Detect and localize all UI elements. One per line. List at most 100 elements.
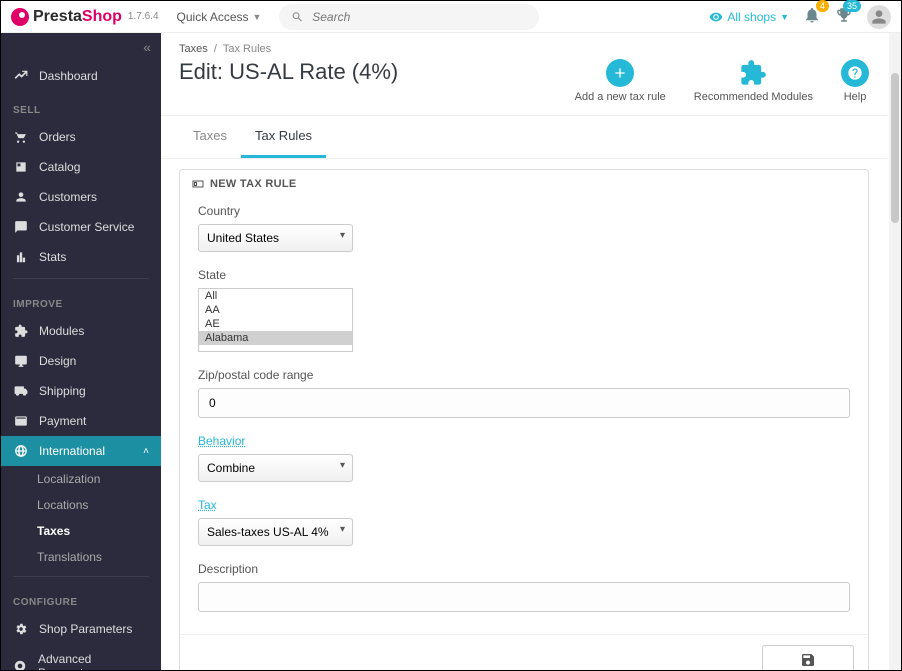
shop-context-label: All shops <box>727 10 776 24</box>
sidebar-item-label: International <box>39 444 105 458</box>
person-icon <box>871 9 887 25</box>
sidebar-item-payment[interactable]: Payment <box>1 406 161 436</box>
sidebar-item-design[interactable]: Design <box>1 346 161 376</box>
plus-icon <box>612 65 628 81</box>
sidebar-item-label: Stats <box>39 250 66 264</box>
field-behavior: Behavior Combine <box>198 434 850 482</box>
question-icon <box>847 65 863 81</box>
content-area: Taxes / Tax Rules Edit: US-AL Rate (4%) … <box>161 33 901 670</box>
debug-button[interactable]: 35 <box>835 6 853 27</box>
breadcrumb-tax-rules: Tax Rules <box>223 43 271 55</box>
sidebar-item-modules[interactable]: Modules <box>1 316 161 346</box>
sidebar-sub-translations[interactable]: Translations <box>1 544 161 570</box>
panel-header: NEW TAX RULE <box>180 170 868 198</box>
sidebar-item-stats[interactable]: Stats <box>1 242 161 272</box>
state-option[interactable]: All <box>199 289 352 303</box>
tab-tax-rules[interactable]: Tax Rules <box>241 116 326 158</box>
tax-select[interactable]: Sales-taxes US-AL 4% <box>198 518 353 546</box>
behavior-select[interactable]: Combine <box>198 454 353 482</box>
logo[interactable]: PrestaShop <box>11 8 122 26</box>
zip-label: Zip/postal code range <box>198 368 850 382</box>
puzzle-icon <box>739 59 767 87</box>
quick-access-dropdown[interactable]: Quick Access ▼ <box>177 10 262 24</box>
sidebar-item-label: Shipping <box>39 384 86 398</box>
field-zip: Zip/postal code range <box>198 368 850 418</box>
recommended-modules-button[interactable]: Recommended Modules <box>694 59 813 103</box>
caret-down-icon: ▼ <box>253 12 262 22</box>
breadcrumb: Taxes / Tax Rules <box>161 33 887 59</box>
add-tax-rule-button[interactable]: Add a new tax rule <box>575 59 666 103</box>
notifications-bell-button[interactable]: 4 <box>803 6 821 27</box>
save-and-stay-button[interactable]: Save and stay <box>762 645 854 670</box>
new-tax-rule-panel: NEW TAX RULE Country United States State <box>179 169 869 670</box>
person-icon <box>13 190 29 204</box>
state-label: State <box>198 268 850 282</box>
monitor-icon <box>13 354 29 368</box>
save-icon <box>800 652 816 668</box>
state-option[interactable]: AA <box>199 303 352 317</box>
breadcrumb-taxes[interactable]: Taxes <box>179 43 208 55</box>
sidebar-item-label: Catalog <box>39 160 80 174</box>
content-scrollbar[interactable] <box>889 33 901 670</box>
sidebar-item-label: Advanced Parameters <box>38 652 149 670</box>
truck-icon <box>13 384 29 398</box>
scrollbar-thumb[interactable] <box>891 73 899 223</box>
gear-icon <box>13 622 29 636</box>
sidebar-item-orders[interactable]: Orders <box>1 122 161 152</box>
search-icon <box>291 10 304 24</box>
search-container[interactable] <box>279 4 539 30</box>
sidebar-item-label: Dashboard <box>39 69 98 83</box>
zip-input[interactable] <box>198 388 850 418</box>
user-avatar[interactable] <box>867 5 891 29</box>
field-state: State All AA AE Alabama <box>198 268 850 352</box>
chevron-up-icon: ˄ <box>143 446 149 457</box>
recommended-modules-label: Recommended Modules <box>694 91 813 103</box>
country-select[interactable]: United States <box>198 224 353 252</box>
trending-icon <box>13 69 29 83</box>
sidebar-item-label: Customers <box>39 190 97 204</box>
tab-taxes[interactable]: Taxes <box>179 116 241 158</box>
sidebar-sub-taxes[interactable]: Taxes <box>1 518 161 544</box>
settings-icon <box>13 659 28 670</box>
sidebar-item-label: Shop Parameters <box>39 622 132 636</box>
sidebar: « Dashboard SELL Orders Catalog Customer… <box>1 33 161 670</box>
sidebar-sub-locations[interactable]: Locations <box>1 492 161 518</box>
tax-label[interactable]: Tax <box>198 498 850 512</box>
sidebar-item-advanced-parameters[interactable]: Advanced Parameters <box>1 644 161 670</box>
field-description: Description <box>198 562 850 612</box>
sidebar-item-shop-parameters[interactable]: Shop Parameters <box>1 614 161 644</box>
help-button[interactable]: Help <box>841 59 869 103</box>
bell-badge: 4 <box>816 0 829 12</box>
sidebar-item-customers[interactable]: Customers <box>1 182 161 212</box>
globe-icon <box>13 444 29 458</box>
bar-chart-icon <box>13 250 29 264</box>
sidebar-item-customer-service[interactable]: Customer Service <box>1 212 161 242</box>
sidebar-item-catalog[interactable]: Catalog <box>1 152 161 182</box>
shop-context-dropdown[interactable]: All shops ▼ <box>709 10 789 24</box>
tabs: Taxes Tax Rules <box>161 115 887 159</box>
logo-text-presta: Presta <box>33 8 82 26</box>
sidebar-item-label: Payment <box>39 414 86 428</box>
help-label: Help <box>841 91 869 103</box>
sidebar-item-dashboard[interactable]: Dashboard <box>1 61 161 91</box>
state-option[interactable]: AE <box>199 317 352 331</box>
state-multiselect[interactable]: All AA AE Alabama <box>198 288 353 352</box>
sidebar-collapse-button[interactable]: « <box>143 39 151 55</box>
sidebar-sub-localization[interactable]: Localization <box>1 466 161 492</box>
eye-icon <box>709 10 723 24</box>
sidebar-section-configure: CONFIGURE <box>1 583 161 614</box>
behavior-label[interactable]: Behavior <box>198 434 850 448</box>
search-input[interactable] <box>312 10 527 24</box>
sidebar-item-label: Orders <box>39 130 76 144</box>
field-tax: Tax Sales-taxes US-AL 4% <box>198 498 850 546</box>
version-label: 1.7.6.4 <box>128 11 159 22</box>
sidebar-section-sell: SELL <box>1 91 161 122</box>
caret-down-icon: ▼ <box>780 12 789 22</box>
tag-icon <box>13 160 29 174</box>
sidebar-item-shipping[interactable]: Shipping <box>1 376 161 406</box>
description-input[interactable] <box>198 582 850 612</box>
sidebar-divider <box>13 576 149 577</box>
sidebar-item-international[interactable]: International ˄ <box>1 436 161 466</box>
state-option-selected[interactable]: Alabama <box>199 331 352 345</box>
quick-access-label: Quick Access <box>177 10 249 24</box>
